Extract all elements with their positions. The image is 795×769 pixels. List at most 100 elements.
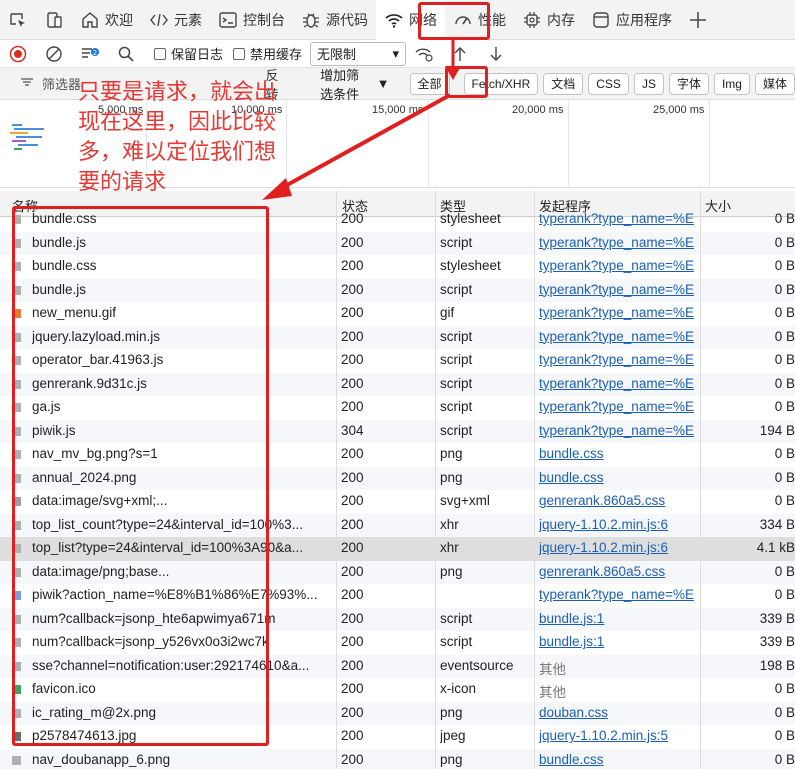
- request-initiator[interactable]: jquery-1.10.2.min.js:6: [539, 540, 699, 555]
- request-size: 0 B: [774, 587, 795, 602]
- request-initiator: 其他: [539, 685, 566, 700]
- request-status: 200: [341, 211, 364, 226]
- network-toolbar: 2 保留日志 禁用缓存 无限制 ▾: [0, 40, 795, 68]
- request-size: 339 B: [759, 610, 795, 626]
- request-status: 304: [341, 422, 364, 438]
- filter-doc[interactable]: 文档: [543, 72, 584, 95]
- request-size: 0 B: [774, 469, 795, 485]
- request-initiator[interactable]: typerank?type_name=%E: [539, 258, 699, 273]
- request-type: stylesheet: [440, 211, 501, 226]
- inspect-element-icon[interactable]: [4, 6, 32, 34]
- request-status: 200: [341, 305, 364, 320]
- request-initiator[interactable]: typerank?type_name=%E: [539, 587, 699, 602]
- more-filters-dropdown[interactable]: 增加筛选条件 ▼: [320, 65, 389, 103]
- network-conditions-icon[interactable]: [410, 40, 438, 68]
- filter-js[interactable]: JS: [633, 72, 664, 95]
- request-type: png: [440, 563, 463, 579]
- request-initiator[interactable]: bundle.js:1: [539, 611, 699, 626]
- svg-text:2: 2: [93, 49, 97, 57]
- tab-label: 元素: [174, 11, 202, 28]
- request-status: 200: [341, 704, 364, 720]
- request-size: 0 B: [774, 281, 795, 297]
- request-type: stylesheet: [440, 258, 501, 273]
- request-initiator[interactable]: typerank?type_name=%E: [539, 282, 699, 297]
- request-status: 200: [341, 516, 364, 532]
- search-icon[interactable]: [112, 40, 140, 68]
- import-har-icon[interactable]: [446, 40, 474, 68]
- preserve-log-checkbox[interactable]: 保留日志: [154, 44, 223, 63]
- request-initiator[interactable]: bundle.js:1: [539, 634, 699, 649]
- column-divider: [435, 191, 436, 769]
- request-initiator[interactable]: typerank?type_name=%E: [539, 399, 699, 414]
- request-initiator[interactable]: typerank?type_name=%E: [539, 423, 699, 438]
- export-har-icon[interactable]: [482, 40, 510, 68]
- file-type-icon: [12, 755, 21, 765]
- request-type: svg+xml: [440, 493, 490, 508]
- device-emulation-icon[interactable]: [40, 6, 68, 34]
- request-status: 200: [341, 399, 364, 414]
- filter-img[interactable]: Img: [713, 72, 750, 95]
- request-initiator[interactable]: douban.css: [539, 705, 699, 720]
- tick-line: [428, 100, 429, 188]
- request-initiator[interactable]: bundle.css: [539, 470, 699, 485]
- tick-line: [286, 100, 287, 188]
- request-size: 0 B: [774, 704, 795, 720]
- checkbox-box[interactable]: [233, 47, 246, 60]
- disable-cache-label: 禁用缓存: [250, 47, 303, 62]
- request-initiator[interactable]: jquery-1.10.2.min.js:6: [539, 517, 699, 532]
- record-stop-icon[interactable]: [4, 40, 32, 68]
- tab-label: 控制台: [243, 11, 285, 28]
- request-type: script: [440, 610, 473, 626]
- tick-line: [709, 100, 710, 188]
- add-tab-icon[interactable]: [684, 6, 712, 34]
- request-size: 0 B: [774, 352, 795, 367]
- filter-all[interactable]: 全部: [409, 72, 450, 95]
- throttle-value: 无限制: [317, 47, 357, 62]
- filter-settings-icon[interactable]: 2: [76, 40, 104, 68]
- request-status: 200: [341, 446, 364, 461]
- request-type: xhr: [440, 516, 459, 532]
- checkbox-box[interactable]: [154, 47, 166, 60]
- request-initiator[interactable]: genrerank.860a5.css: [539, 564, 699, 579]
- request-initiator[interactable]: genrerank.860a5.css: [539, 493, 699, 508]
- request-initiator[interactable]: bundle.css: [539, 446, 699, 461]
- request-type: gif: [440, 305, 455, 320]
- wifi-icon: [384, 10, 404, 30]
- request-initiator[interactable]: typerank?type_name=%E: [539, 211, 699, 226]
- highlight-network-tab: [418, 2, 490, 40]
- disable-cache-checkbox[interactable]: 禁用缓存: [233, 44, 302, 63]
- request-size: 0 B: [774, 728, 795, 743]
- table-row[interactable]: nav_doubanapp_6.png 200 png bundle.css 0 B: [0, 748, 795, 769]
- request-initiator[interactable]: typerank?type_name=%E: [539, 376, 699, 391]
- request-initiator[interactable]: typerank?type_name=%E: [539, 305, 699, 320]
- filter-font[interactable]: 字体: [668, 72, 709, 95]
- request-status: 200: [341, 281, 364, 297]
- request-initiator[interactable]: typerank?type_name=%E: [539, 235, 699, 250]
- tab-console[interactable]: 控制台: [210, 0, 293, 40]
- request-initiator[interactable]: jquery-1.10.2.min.js:5: [539, 728, 699, 743]
- tab-sources[interactable]: 源代码: [293, 0, 376, 40]
- devtools-tabbar: 欢迎 元素 控制台 源代码 网络 性能 内存 应用程序: [0, 0, 795, 40]
- waterfall-bars: [10, 124, 44, 150]
- clear-icon[interactable]: [40, 40, 68, 68]
- throttle-select[interactable]: 无限制 ▾: [310, 41, 407, 66]
- filter-media[interactable]: 媒体: [754, 72, 795, 95]
- filter-css[interactable]: CSS: [588, 72, 629, 95]
- request-status: 200: [341, 587, 364, 602]
- request-initiator[interactable]: typerank?type_name=%E: [539, 352, 699, 367]
- request-initiator: 其他: [539, 661, 566, 677]
- tab-elements[interactable]: 元素: [141, 0, 210, 40]
- console-icon: [218, 10, 238, 30]
- tab-application[interactable]: 应用程序: [583, 0, 680, 40]
- tab-welcome[interactable]: 欢迎: [72, 0, 141, 40]
- window-icon: [591, 10, 611, 30]
- request-size: 0 B: [774, 305, 795, 320]
- request-size: 4.1 kB: [756, 540, 795, 555]
- tab-label: 欢迎: [105, 11, 133, 28]
- request-initiator[interactable]: bundle.css: [539, 752, 699, 767]
- tab-memory[interactable]: 内存: [514, 0, 583, 40]
- request-initiator[interactable]: typerank?type_name=%E: [539, 329, 699, 344]
- request-type: png: [440, 446, 463, 461]
- annotation-note: 只要是请求，就会出现在这里，因此比较多，难以定位我们想要的请求: [78, 80, 277, 195]
- request-type: xhr: [440, 540, 459, 555]
